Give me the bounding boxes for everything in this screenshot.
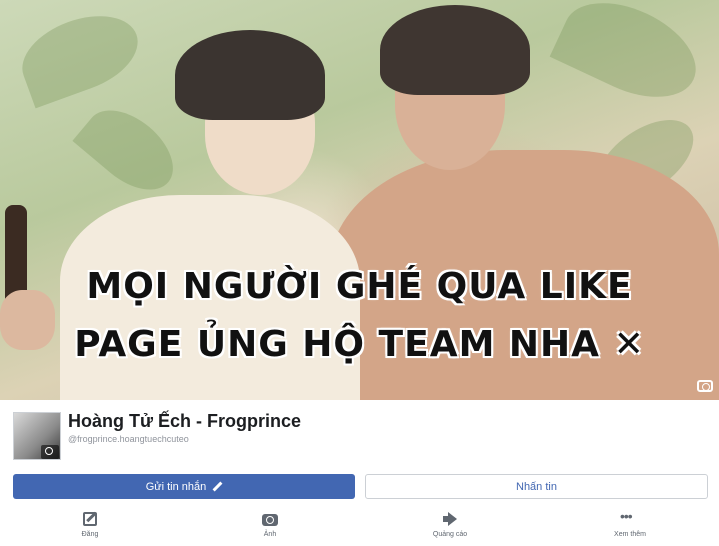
cover-caption-line2: PAGE ỦNG HỘ TEAM NHA ✕	[74, 324, 645, 365]
background-leaf	[72, 94, 188, 206]
pencil-icon	[212, 482, 222, 492]
camera-icon	[262, 514, 278, 526]
illustration-hair	[380, 5, 530, 95]
action-ads[interactable]: Quảng cáo	[410, 506, 490, 546]
action-label: Đăng	[81, 531, 99, 538]
cover-photo[interactable]: MỌI NGƯỜI GHÉ QUA LIKE PAGE ỦNG HỘ TEAM …	[0, 0, 719, 400]
background-leaf	[549, 0, 711, 116]
action-post[interactable]: Đăng	[50, 506, 130, 546]
send-message-button[interactable]: Gửi tin nhắn	[13, 474, 355, 499]
illustration-hair	[175, 30, 325, 120]
secondary-button-label: Nhấn tin	[516, 480, 557, 493]
edit-icon	[83, 512, 97, 526]
avatar[interactable]	[13, 412, 61, 460]
action-label: Ảnh	[263, 531, 277, 538]
action-more[interactable]: Xem thêm	[590, 506, 670, 546]
more-dots-icon	[620, 508, 638, 526]
page-handle: @frogprince.hoangtuechcuteo	[68, 434, 189, 444]
cover-camera-icon[interactable]	[697, 380, 713, 392]
page-title[interactable]: Hoàng Tử Ếch - Frogprince	[68, 411, 301, 432]
background-leaf	[11, 1, 149, 109]
message-button-secondary[interactable]: Nhấn tin	[365, 474, 708, 499]
megaphone-icon	[442, 512, 458, 526]
cover-caption-line1: MỌI NGƯỜI GHÉ QUA LIKE	[86, 266, 633, 307]
camera-icon[interactable]	[41, 445, 59, 459]
page-action-bar: Đăng Ảnh Quảng cáo Xem thêm	[0, 506, 719, 546]
send-message-label: Gửi tin nhắn	[145, 480, 207, 493]
action-label: Quảng cáo	[432, 531, 468, 538]
action-label: Xem thêm	[614, 531, 646, 538]
action-photo[interactable]: Ảnh	[230, 506, 310, 546]
